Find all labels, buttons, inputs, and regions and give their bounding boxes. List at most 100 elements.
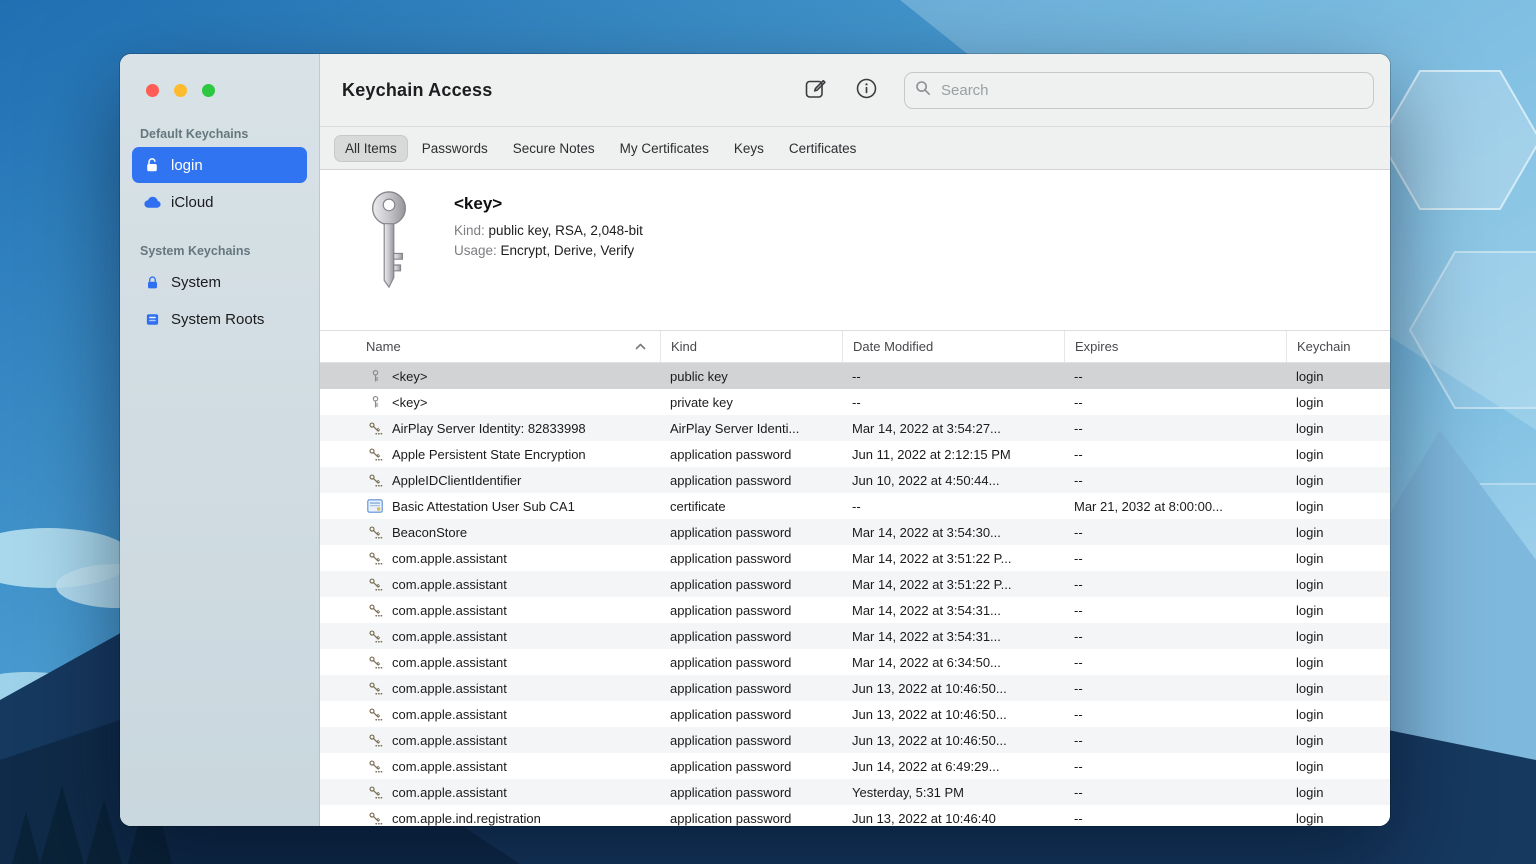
tab-certificates[interactable]: Certificates <box>778 135 868 162</box>
sidebar-item-system-roots[interactable]: System Roots <box>132 301 307 337</box>
column-header-expires[interactable]: Expires <box>1064 331 1286 362</box>
item-expires: -- <box>1074 628 1083 644</box>
table-row[interactable]: Apple Persistent State Encryption applica… <box>320 441 1390 467</box>
sidebar-section-title: Default Keychains <box>140 127 249 141</box>
table-row[interactable]: com.apple.assistant application password J… <box>320 727 1390 753</box>
item-keychain: login <box>1296 628 1324 644</box>
item-expires: -- <box>1074 758 1083 774</box>
detail-title: <key> <box>454 194 503 213</box>
table-row[interactable]: <key> private key -- -- login <box>320 389 1390 415</box>
item-expires: -- <box>1074 784 1083 800</box>
window-controls <box>120 54 319 97</box>
certificate-icon <box>367 499 383 513</box>
item-name-cell: AppleIDClientIdentifier <box>320 473 660 488</box>
password-icon <box>367 603 383 618</box>
item-keychain: login <box>1296 576 1324 592</box>
column-header-date-modified[interactable]: Date Modified <box>842 331 1064 362</box>
zoom-window-button[interactable] <box>202 84 215 97</box>
item-expires: -- <box>1074 680 1083 696</box>
table-row[interactable]: com.apple.assistant application password J… <box>320 753 1390 779</box>
new-item-button[interactable] <box>802 75 829 105</box>
tab-label: Certificates <box>788 140 857 156</box>
password-icon <box>367 733 383 748</box>
sidebar-section: Default Keychains login iCloud <box>120 127 319 220</box>
tab-bar: All Items Passwords Secure Notes My Cert… <box>320 127 1390 170</box>
tab-keys[interactable]: Keys <box>723 135 775 162</box>
item-kind: application password <box>670 524 792 540</box>
item-expires: -- <box>1074 550 1083 566</box>
item-date-modified: Jun 13, 2022 at 10:46:40 <box>852 810 996 826</box>
table-row[interactable]: AirPlay Server Identity: 82833998 AirPlay… <box>320 415 1390 441</box>
item-name-cell: AirPlay Server Identity: 82833998 <box>320 421 660 436</box>
column-header-keychain[interactable]: Keychain <box>1286 331 1390 362</box>
tab-secure-notes[interactable]: Secure Notes <box>502 135 606 162</box>
item-keychain: login <box>1296 654 1324 670</box>
search-field[interactable] <box>904 71 1374 109</box>
item-expires: -- <box>1074 394 1083 410</box>
item-date-modified: Jun 13, 2022 at 10:46:50... <box>852 706 1007 722</box>
table-row[interactable]: BeaconStore application password Mar 14, 2… <box>320 519 1390 545</box>
item-kind: application password <box>670 732 792 748</box>
password-icon <box>367 811 383 826</box>
item-kind: application password <box>670 602 792 618</box>
item-date-modified: Mar 14, 2022 at 3:54:30... <box>852 524 1001 540</box>
table-row[interactable]: com.apple.assistant application password M… <box>320 571 1390 597</box>
password-icon <box>367 551 383 566</box>
item-kind: application password <box>670 628 792 644</box>
item-name: Basic Attestation User Sub CA1 <box>392 498 575 514</box>
item-expires: -- <box>1074 368 1083 384</box>
item-name: com.apple.assistant <box>392 628 507 644</box>
password-icon <box>367 655 383 670</box>
item-expires: -- <box>1074 472 1083 488</box>
minimize-window-button[interactable] <box>174 84 187 97</box>
item-name: com.apple.assistant <box>392 706 507 722</box>
sort-ascending-icon <box>635 343 646 350</box>
sidebar-item-icloud[interactable]: iCloud <box>132 184 307 220</box>
column-header-kind[interactable]: Kind <box>660 331 842 362</box>
table-row[interactable]: com.apple.assistant application password M… <box>320 649 1390 675</box>
detail-usage: Usage: Encrypt, Derive, Verify <box>454 243 635 258</box>
item-name-cell: Basic Attestation User Sub CA1 <box>320 499 660 514</box>
tab-label: Passwords <box>421 140 488 156</box>
column-header-name[interactable]: Name <box>320 331 660 362</box>
item-expires: -- <box>1074 810 1083 826</box>
table-row[interactable]: com.apple.assistant application password M… <box>320 597 1390 623</box>
item-date-modified: -- <box>852 498 861 514</box>
item-date-modified: Jun 11, 2022 at 2:12:15 PM <box>852 446 1011 462</box>
table-row[interactable]: com.apple.ind.registration application pa… <box>320 805 1390 826</box>
table-row[interactable]: com.apple.assistant application password M… <box>320 623 1390 649</box>
table-row[interactable]: com.apple.assistant application password J… <box>320 675 1390 701</box>
table-header: Name Kind Date Modified Expires Keychain <box>320 330 1390 363</box>
key-detail-icon <box>360 190 418 295</box>
table-row[interactable]: Basic Attestation User Sub CA1 certificat… <box>320 493 1390 519</box>
tab-all-items[interactable]: All Items <box>334 134 408 162</box>
sidebar-item-login[interactable]: login <box>132 147 307 183</box>
item-date-modified: Mar 14, 2022 at 3:51:22 P... <box>852 550 1012 566</box>
item-date-modified: Yesterday, 5:31 PM <box>852 784 965 800</box>
table-row[interactable]: AppleIDClientIdentifier application passw… <box>320 467 1390 493</box>
table-row[interactable]: <key> public key -- -- login <box>320 363 1390 389</box>
item-date-modified: Jun 13, 2022 at 10:46:50... <box>852 680 1007 696</box>
tab-my-certificates[interactable]: My Certificates <box>609 135 720 162</box>
item-kind: application password <box>670 680 792 696</box>
unlocked-padlock-icon <box>142 157 162 173</box>
toolbar: Keychain Access <box>320 54 1390 127</box>
password-icon <box>367 629 383 644</box>
sidebar-item-label: iCloud <box>171 193 214 211</box>
table-body: <key> public key -- -- login <key> private key… <box>320 363 1390 826</box>
column-label: Date Modified <box>853 339 934 354</box>
table-row[interactable]: com.apple.assistant application password M… <box>320 545 1390 571</box>
close-window-button[interactable] <box>146 84 159 97</box>
sidebar-item-system[interactable]: System <box>132 264 307 300</box>
password-icon <box>367 525 383 540</box>
table-row[interactable]: com.apple.assistant application password J… <box>320 701 1390 727</box>
search-input[interactable] <box>939 80 1363 100</box>
tab-passwords[interactable]: Passwords <box>411 135 499 162</box>
item-kind: application password <box>670 810 792 826</box>
info-button[interactable] <box>853 75 880 105</box>
item-kind: application password <box>670 576 792 592</box>
sidebar-section-items: System System Roots <box>120 264 319 337</box>
table-row[interactable]: com.apple.assistant application password Y… <box>320 779 1390 805</box>
item-name: com.apple.assistant <box>392 732 507 748</box>
sidebar: Default Keychains login iCloud System Ke… <box>120 54 320 826</box>
